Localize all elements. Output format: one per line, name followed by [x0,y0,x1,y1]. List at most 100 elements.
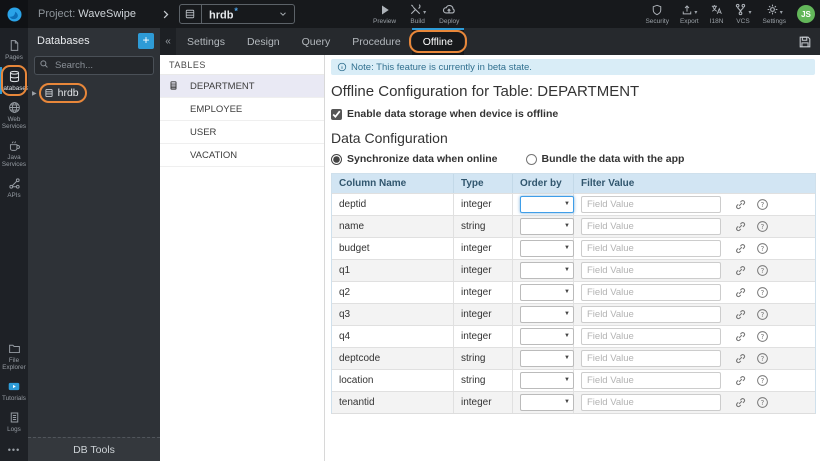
order-by-select[interactable] [520,240,574,257]
table-item-department[interactable]: DEPARTMENT [160,75,324,98]
help-icon[interactable]: ? [756,330,769,343]
action-label: Deploy [439,18,460,25]
tab-query[interactable]: Query [291,28,342,55]
sidebar-item-logs[interactable]: Logs [0,406,28,437]
config-row: q3integer▼? [332,303,815,325]
i18n-button[interactable]: I18N [710,3,723,25]
link-icon[interactable] [734,286,747,299]
order-by-select[interactable] [520,218,574,235]
filter-value-cell: ? [574,215,815,237]
help-icon[interactable]: ? [756,264,769,277]
help-icon[interactable]: ? [756,286,769,299]
link-icon[interactable] [734,198,747,211]
help-icon[interactable]: ? [756,308,769,321]
sidebar-item-tutorials[interactable]: Tutorials [0,375,28,406]
table-item-employee[interactable]: EMPLOYEE [160,98,324,121]
globe-icon [8,101,21,114]
vcs-button[interactable]: ▾ VCS [734,3,752,25]
sidebar-item-label: Java Services [1,154,27,168]
order-by-select[interactable] [520,196,574,213]
order-by-select[interactable] [520,262,574,279]
table-item-user[interactable]: USER [160,121,324,144]
help-icon[interactable]: ? [756,396,769,409]
link-icon[interactable] [734,352,747,365]
order-by-cell: ▼ [513,237,574,259]
filter-value-input[interactable] [581,262,721,279]
radio-0[interactable] [331,153,342,165]
filter-value-input[interactable] [581,196,721,213]
order-by-select[interactable] [520,394,574,411]
db-item-hrdb[interactable]: ▶ hrdb [28,83,160,103]
settings-button[interactable]: ▾ Settings [763,3,786,25]
more-button[interactable]: ••• [8,437,20,461]
link-icon[interactable] [734,374,747,387]
order-by-cell: ▼ [513,281,574,303]
filter-value-input[interactable] [581,284,721,301]
search-input[interactable] [34,56,154,75]
table-item-vacation[interactable]: VACATION [160,144,324,167]
radio-1[interactable] [525,153,537,165]
export-button[interactable]: ▾ Export [680,3,699,25]
beta-note-text: Note: This feature is currently in beta … [351,61,532,73]
save-icon[interactable] [798,28,820,55]
sidebar-item-file-explorer[interactable]: File Explorer [0,337,28,375]
radio-label: Bundle the data with the app [541,153,685,165]
link-icon[interactable] [734,308,747,321]
user-avatar[interactable]: JS [797,5,815,23]
link-icon[interactable] [734,264,747,277]
filter-value-input[interactable] [581,218,721,235]
add-database-button[interactable]: + [138,33,154,49]
tab-offline[interactable]: Offline [408,28,468,55]
branch-icon [734,3,747,16]
sidebar-item-pages[interactable]: Pages [0,34,28,65]
tab-settings[interactable]: Settings [176,28,236,55]
database-selector[interactable]: hrdb* [178,4,295,24]
filter-value-input[interactable] [581,372,721,389]
preview-button[interactable]: Preview [373,0,396,28]
order-by-select[interactable] [520,328,574,345]
link-icon[interactable] [734,330,747,343]
link-icon[interactable] [734,242,747,255]
security-button[interactable]: Security [645,3,669,25]
help-icon[interactable]: ? [756,374,769,387]
action-label: VCS [736,18,750,25]
db-item-label: hrdb [57,87,79,99]
tab-bar: « Settings Design Query Procedure Offline [160,28,820,55]
sidebar-item-java-services[interactable]: Java Services [0,134,28,172]
svg-text:?: ? [761,355,765,363]
filter-value-input[interactable] [581,350,721,367]
deploy-button[interactable]: Deploy [439,0,459,28]
sidebar-item-apis[interactable]: APIs [0,172,28,203]
tab-procedure[interactable]: Procedure [341,28,411,55]
order-by-select[interactable] [520,306,574,323]
db-tools-button[interactable]: DB Tools [28,437,160,461]
sidebar-item-web-services[interactable]: Web Services [0,96,28,134]
filter-value-input[interactable] [581,394,721,411]
help-icon[interactable]: ? [756,198,769,211]
tab-design[interactable]: Design [236,28,291,55]
order-by-select[interactable] [520,350,574,367]
order-by-select[interactable] [520,372,574,389]
collapse-panel-button[interactable]: « [160,28,176,55]
column-header: Order by [513,174,574,193]
filter-value-input[interactable] [581,306,721,323]
help-icon[interactable]: ? [756,242,769,255]
order-by-cell: ▼ [513,193,574,215]
sidebar-item-databases[interactable]: Databases [0,65,29,96]
help-icon[interactable]: ? [756,352,769,365]
order-by-cell: ▼ [513,325,574,347]
filter-value-input[interactable] [581,240,721,257]
app-logo[interactable] [0,0,28,28]
svg-text:?: ? [761,399,765,407]
order-by-cell: ▼ [513,215,574,237]
svg-text:?: ? [761,377,765,385]
enable-offline-checkbox[interactable] [331,108,342,120]
link-icon[interactable] [734,220,747,233]
build-button[interactable]: ▾ Build [409,0,426,28]
help-icon[interactable]: ? [756,220,769,233]
order-by-cell: ▼ [513,347,574,369]
link-icon[interactable] [734,396,747,409]
order-by-select[interactable] [520,284,574,301]
column-name-cell: q4 [332,325,454,347]
filter-value-input[interactable] [581,328,721,345]
